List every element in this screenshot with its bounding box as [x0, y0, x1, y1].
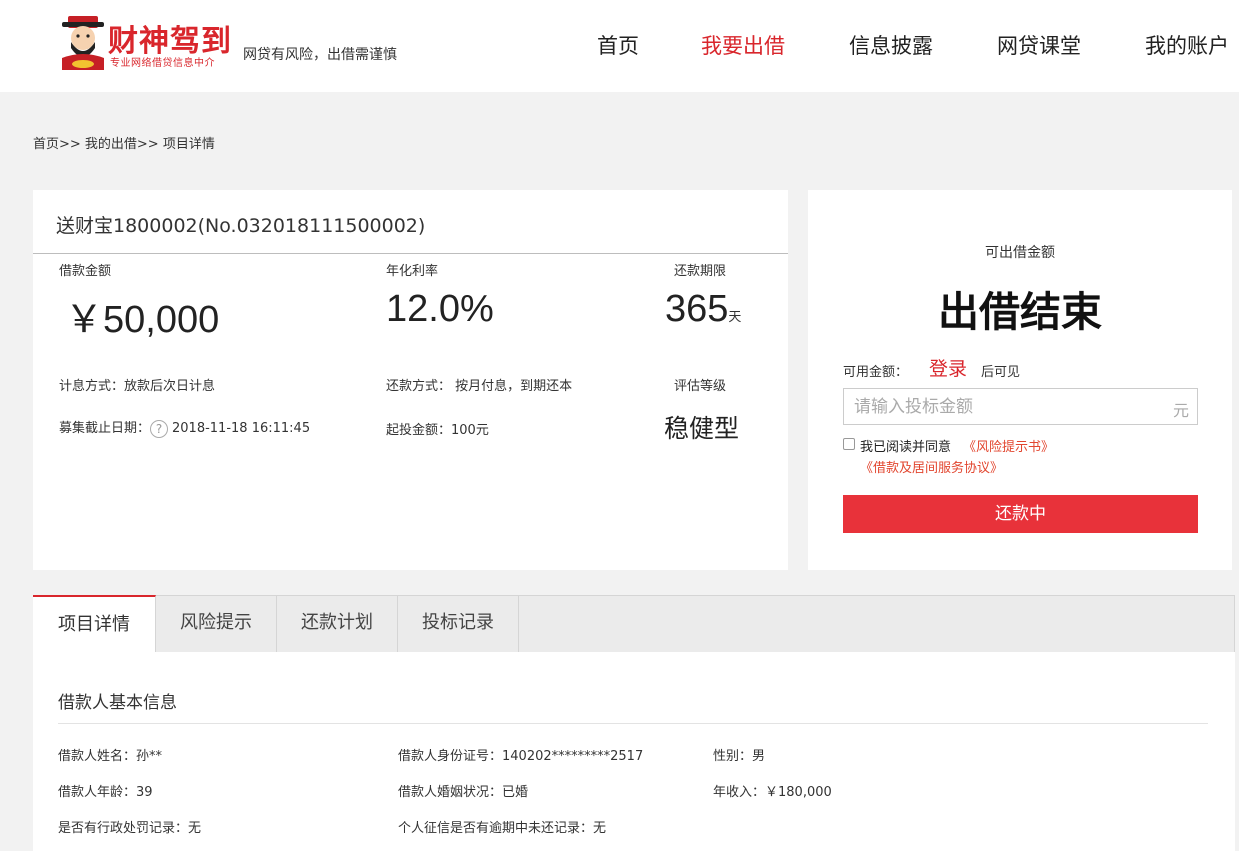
deadline-value: 2018-11-18 16:11:45 — [172, 421, 311, 436]
loan-agreement-link[interactable]: 《借款及居间服务协议》 — [860, 457, 1003, 476]
risk-notice-link[interactable]: 《风险提示书》 — [963, 436, 1054, 455]
borrower-id-number: 借款人身份证号：140202*********2517 — [398, 749, 644, 764]
borrower-gender: 性别：男 — [713, 749, 766, 764]
borrower-info-panel: 借款人基本信息 借款人姓名：孙** 借款人身份证号：140202********… — [33, 652, 1235, 851]
nav-item-account[interactable]: 我的账户 — [1145, 30, 1229, 60]
section-title: 借款人基本信息 — [58, 693, 177, 713]
term-number: 365 — [665, 288, 729, 330]
invest-panel: 可出借金额 出借结束 可用金额： 登录 后可见 元 我已阅读并同意 《风险提示书… — [808, 190, 1232, 570]
rating-label: 评估等级 — [674, 379, 727, 394]
repaying-button[interactable]: 还款中 — [843, 495, 1198, 533]
term-label: 还款期限 — [674, 264, 727, 279]
invest-status: 出借结束 — [938, 288, 1102, 336]
term-unit: 天 — [728, 309, 742, 324]
invest-amount-field: 元 — [843, 388, 1198, 425]
rate-label: 年化利率 — [386, 264, 439, 279]
help-question-icon[interactable]: ? — [150, 419, 169, 438]
tab-repayment-plan[interactable]: 还款计划 — [277, 595, 398, 653]
borrower-age: 借款人年龄：39 — [58, 785, 153, 800]
login-link[interactable]: 登录 — [929, 354, 967, 381]
amount-label: 借款金额 — [59, 264, 112, 279]
available-amount-label: 可出借金额 — [985, 245, 1055, 261]
repay-method: 还款方式： 按月付息，到期还本 — [386, 379, 573, 394]
nav-item-disclosure[interactable]: 信息披露 — [849, 30, 933, 60]
detail-tabs: 项目详情 风险提示 还款计划 投标记录 — [33, 595, 1235, 654]
rate-value: 12.0% — [386, 288, 494, 330]
project-title: 送财宝1800002(No.032018111500002) — [56, 215, 426, 237]
breadcrumb[interactable]: 首页>> 我的出借>> 项目详情 — [33, 133, 215, 152]
credit-overdue-record: 个人征信是否有逾期中未还记录：无 — [398, 821, 607, 836]
admin-penalty-record: 是否有行政处罚记录：无 — [58, 821, 202, 836]
term-value: 365天 — [665, 288, 741, 331]
borrower-marital-status: 借款人婚姻状况：已婚 — [398, 785, 529, 800]
min-invest: 起投金额：100元 — [386, 423, 489, 438]
agree-checkbox[interactable] — [843, 438, 855, 450]
deadline: 募集截止日期：? 2018-11-18 16:11:45 — [59, 417, 310, 438]
rating-value: 稳健型 — [664, 414, 740, 443]
tab-project-details[interactable]: 项目详情 — [33, 595, 156, 654]
nav-item-home[interactable]: 首页 — [597, 30, 639, 60]
main-nav: 首页 我要出借 信息披露 网贷课堂 我的账户 — [0, 30, 1239, 60]
after-login-text: 后可见 — [981, 365, 1021, 380]
project-summary-card: 送财宝1800002(No.032018111500002) 借款金额 ￥50,… — [33, 190, 788, 570]
tab-bid-records[interactable]: 投标记录 — [398, 595, 519, 653]
nav-item-invest[interactable]: 我要出借 — [701, 30, 785, 60]
tab-risk-notice[interactable]: 风险提示 — [156, 595, 277, 653]
site-header: 财神驾到 专业网络借贷信息中介 网贷有风险，出借需谨慎 首页 我要出借 信息披露… — [0, 0, 1239, 92]
agree-text: 我已阅读并同意 — [860, 440, 952, 455]
interest-method: 计息方式：放款后次日计息 — [59, 379, 216, 394]
invest-amount-input[interactable] — [844, 389, 1164, 424]
yuan-unit: 元 — [1172, 401, 1189, 420]
borrower-name: 借款人姓名：孙** — [58, 749, 163, 764]
borrower-income: 年收入：￥180,000 — [713, 785, 832, 800]
section-divider — [58, 723, 1208, 724]
balance-label: 可用金额： — [843, 365, 909, 380]
divider — [33, 253, 788, 254]
deadline-label: 募集截止日期： — [59, 421, 151, 436]
nav-item-classroom[interactable]: 网贷课堂 — [997, 30, 1081, 60]
amount-value: ￥50,000 — [65, 299, 220, 341]
